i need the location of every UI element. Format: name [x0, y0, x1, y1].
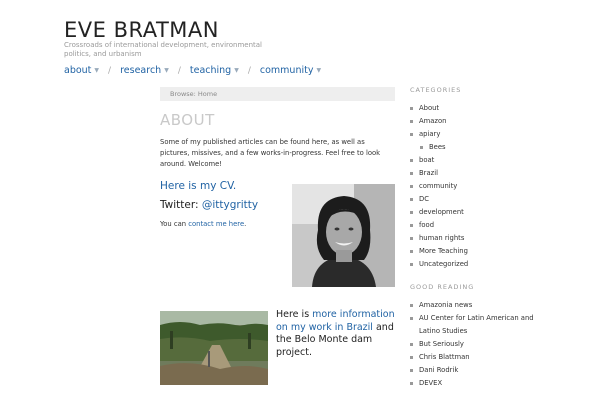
twitter-handle-link[interactable]: @ittygritty: [202, 199, 258, 211]
contact-suffix: .: [244, 220, 247, 228]
nav-item-community[interactable]: community ▼: [260, 65, 321, 76]
nav-item-research[interactable]: research ▼: [120, 65, 169, 76]
sidebar: CATEGORIES About Amazon apiary Bees boat…: [410, 86, 550, 390]
chevron-down-icon: ▼: [316, 67, 322, 74]
good-reading-link[interactable]: DEVEX: [410, 377, 550, 390]
breadcrumb: Browse: Home: [160, 87, 395, 101]
nav-item-label: teaching: [189, 65, 232, 76]
contact-link[interactable]: contact me here: [188, 220, 244, 228]
good-reading-list: Amazonia news AU Center for Latin Americ…: [410, 299, 550, 390]
intro-paragraph: Some of my published articles can be fou…: [160, 138, 381, 168]
category-link[interactable]: development: [410, 206, 550, 219]
categories-list: About Amazon apiary Bees boat Brazil com…: [410, 102, 550, 271]
good-reading-link[interactable]: AU Center for Latin American and Latino …: [410, 312, 550, 338]
good-reading-link[interactable]: Dani Rodrik: [410, 364, 550, 377]
category-link[interactable]: community: [410, 180, 550, 193]
nav-separator: /: [177, 65, 181, 76]
nav-item-label: research: [120, 65, 162, 76]
main-nav: about ▼ / research ▼ / teaching ▼ / comm…: [64, 65, 321, 76]
cv-link[interactable]: Here is my CV.: [160, 180, 236, 192]
category-link[interactable]: apiary: [410, 128, 550, 141]
nav-item-teaching[interactable]: teaching ▼: [190, 65, 239, 76]
chevron-down-icon: ▼: [164, 67, 169, 74]
good-reading-heading: GOOD READING: [410, 283, 475, 291]
twitter-line: Twitter: @ittygritty: [160, 199, 258, 211]
category-link[interactable]: boat: [410, 154, 550, 167]
category-link[interactable]: Brazil: [410, 167, 550, 180]
chevron-down-icon: ▼: [94, 67, 100, 74]
good-reading-link[interactable]: Amazonia news: [410, 299, 550, 312]
category-link[interactable]: About: [410, 102, 550, 115]
nav-separator: /: [247, 65, 251, 76]
good-reading-link[interactable]: But Seriously: [410, 338, 550, 351]
nav-item-label: community: [259, 65, 314, 76]
category-link[interactable]: food: [410, 219, 550, 232]
categories-heading: CATEGORIES: [410, 86, 462, 94]
nav-item-about[interactable]: about ▼: [64, 65, 99, 76]
site-title[interactable]: EVE BRATMAN: [64, 18, 219, 42]
portrait-photo: [292, 184, 395, 287]
category-link[interactable]: human rights: [410, 232, 550, 245]
category-link[interactable]: Uncategorized: [410, 258, 550, 271]
nav-separator: /: [108, 65, 112, 76]
site-tagline: Crossroads of international development,…: [64, 41, 262, 58]
brazil-paragraph: Here is more information on my work in B…: [276, 309, 398, 359]
brazil-prefix: Here is: [276, 309, 313, 320]
good-reading-link[interactable]: Chris Blattman: [410, 351, 550, 364]
twitter-label: Twitter:: [160, 199, 202, 211]
chevron-down-icon: ▼: [234, 67, 239, 74]
page-title: ABOUT: [160, 111, 215, 129]
category-link[interactable]: DC: [410, 193, 550, 206]
category-link[interactable]: Bees: [420, 141, 550, 154]
category-link[interactable]: More Teaching: [410, 245, 550, 258]
category-link[interactable]: Amazon: [410, 115, 550, 128]
brazil-landscape-photo: [160, 311, 268, 385]
nav-item-label: about: [64, 65, 92, 76]
contact-line: You can contact me here.: [160, 220, 246, 228]
contact-prefix: You can: [160, 220, 189, 228]
